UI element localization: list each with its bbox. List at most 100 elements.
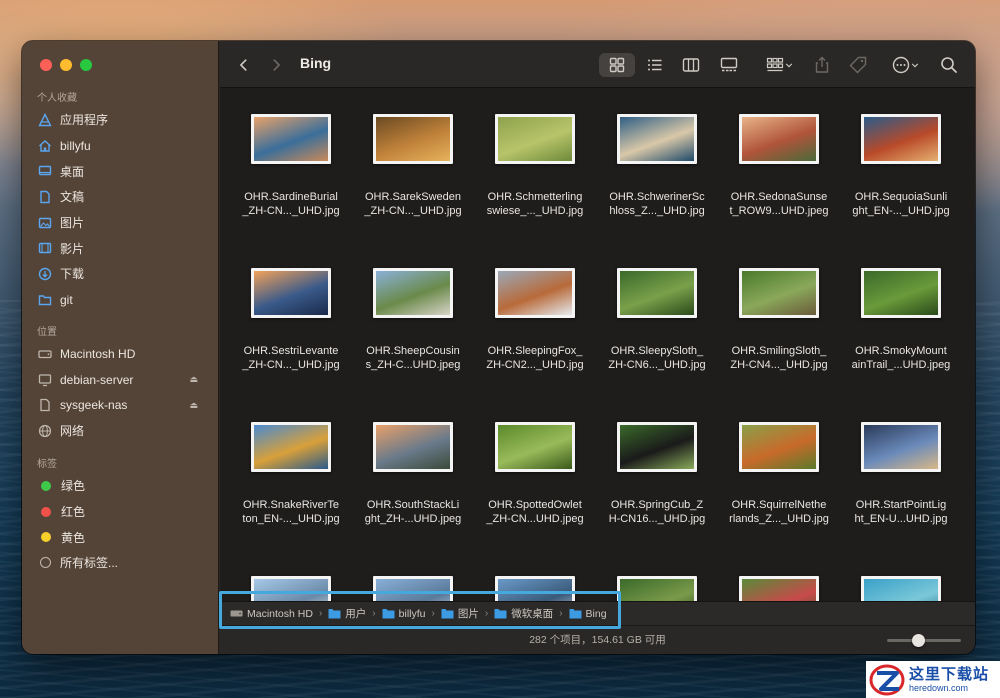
file-name-line: OHR.SpringCub_Z bbox=[610, 499, 704, 511]
file-name-line: OHR.SouthStackLi bbox=[366, 499, 460, 511]
sidebar-item-sysgeek-nas[interactable]: sysgeek-nas ⏏ bbox=[22, 392, 218, 418]
file-name: OHR.SpringCub_Z H-CN16..._UHD.jpg bbox=[596, 498, 718, 526]
file-thumbnail bbox=[617, 268, 697, 318]
sidebar-item-desktop[interactable]: 桌面 bbox=[22, 158, 218, 184]
green-tag-dot-icon bbox=[41, 480, 51, 491]
file-item[interactable]: OHR.SedonaSunse t_ROW9...UHD.jpeg bbox=[718, 114, 840, 218]
file-item[interactable]: OHR.SnakeRiverTe ton_EN-..._UHD.jpg bbox=[230, 422, 352, 526]
file-item[interactable]: OHR.SleepySloth_ ZH-CN6..._UHD.jpg bbox=[596, 268, 718, 372]
close-button[interactable] bbox=[40, 59, 52, 71]
group-by-button[interactable] bbox=[760, 53, 800, 77]
sidebar-item-applications[interactable]: 应用程序 bbox=[22, 107, 218, 133]
main-pane: Bing OHR.SardineBurial _ZH-CN..._UHD.jpg… bbox=[220, 41, 975, 654]
file-name-line: OHR.SleepingFox_ bbox=[487, 345, 583, 357]
red-tag-dot-icon bbox=[41, 506, 51, 517]
chevron-left-icon bbox=[240, 59, 247, 71]
file-thumbnail bbox=[373, 268, 453, 318]
applications-icon bbox=[38, 112, 52, 127]
file-thumbnail bbox=[251, 422, 331, 472]
list-view-button[interactable] bbox=[640, 53, 670, 77]
minimize-button[interactable] bbox=[60, 59, 72, 71]
tags-section: 标签 绿色 红色 黄色 所有标签... bbox=[22, 457, 218, 576]
locations-heading: 位置 bbox=[37, 327, 57, 338]
file-item[interactable]: OHR.SouthStackLi ght_ZH-...UHD.jpeg bbox=[352, 422, 474, 526]
list-view-icon bbox=[648, 59, 662, 71]
file-name-line: s_ZH-C...UHD.jpeg bbox=[365, 359, 461, 371]
sidebar-item-all-tags[interactable]: 所有标签... bbox=[22, 550, 218, 576]
sidebar-item-macintosh-hd[interactable]: Macintosh HD bbox=[22, 341, 218, 367]
file-thumbnail bbox=[739, 114, 819, 164]
sidebar-item-label: sysgeek-nas bbox=[60, 398, 128, 413]
file-name: OHR.SequoiaSunli ght_EN-..._UHD.jpg bbox=[840, 190, 962, 218]
sidebar-item-label: 黄色 bbox=[61, 530, 86, 545]
sidebar-item-tag-yellow[interactable]: 黄色 bbox=[22, 524, 218, 550]
file-item[interactable]: OHR.SchwerinerSc hloss_Z..._UHD.jpg bbox=[596, 114, 718, 218]
back-button[interactable] bbox=[236, 53, 252, 77]
file-name: OHR.SquirrelNethe rlands_Z..._UHD.jpg bbox=[718, 498, 840, 526]
file-thumbnail bbox=[251, 268, 331, 318]
slider-knob[interactable] bbox=[912, 634, 925, 647]
file-item[interactable]: OHR.SmilingSloth_ ZH-CN4..._UHD.jpg bbox=[718, 268, 840, 372]
file-thumbnail bbox=[373, 114, 453, 164]
file-item[interactable]: OHR.SleepingFox_ ZH-CN2..._UHD.jpg bbox=[474, 268, 596, 372]
file-thumbnail bbox=[495, 268, 575, 318]
gallery-view-button[interactable] bbox=[714, 53, 744, 77]
sidebar-item-debian-server[interactable]: debian-server ⏏ bbox=[22, 367, 218, 393]
grid-view-icon bbox=[609, 57, 625, 73]
server-icon bbox=[38, 373, 52, 387]
file-name-line: ght_EN-..._UHD.jpg bbox=[852, 205, 950, 217]
file-item[interactable]: OHR.SardineBurial _ZH-CN..._UHD.jpg bbox=[230, 114, 352, 218]
file-name-line: _ZH-CN..._UHD.jpg bbox=[364, 205, 462, 217]
file-thumbnail bbox=[495, 114, 575, 164]
sidebar-item-git[interactable]: git bbox=[22, 287, 218, 313]
icon-size-slider[interactable] bbox=[887, 634, 961, 647]
watermark-title: 这里下载站 bbox=[909, 665, 990, 683]
file-name-line: OHR.SquirrelNethe bbox=[731, 499, 827, 511]
search-icon bbox=[941, 57, 957, 73]
file-item[interactable]: OHR.SestriLevante _ZH-CN..._UHD.jpg bbox=[230, 268, 352, 372]
file-name-line: ton_EN-..._UHD.jpg bbox=[242, 513, 340, 525]
file-name: OHR.SouthStackLi ght_ZH-...UHD.jpeg bbox=[352, 498, 474, 526]
file-item[interactable]: OHR.SpottedOwlet _ZH-CN...UHD.jpeg bbox=[474, 422, 596, 526]
nas-icon bbox=[38, 398, 52, 412]
path-bar-highlight-box bbox=[219, 591, 621, 629]
file-thumbnail bbox=[861, 422, 941, 472]
sidebar-item-movies[interactable]: 影片 bbox=[22, 235, 218, 261]
eject-icon[interactable]: ⏏ bbox=[189, 400, 198, 411]
file-item[interactable]: OHR.SpringCub_Z H-CN16..._UHD.jpg bbox=[596, 422, 718, 526]
share-button[interactable] bbox=[810, 53, 834, 77]
sidebar-item-tag-red[interactable]: 红色 bbox=[22, 499, 218, 525]
sidebar-item-label: git bbox=[60, 292, 73, 307]
icon-view-button[interactable] bbox=[599, 53, 635, 77]
chevron-right-icon bbox=[273, 59, 280, 71]
search-button[interactable] bbox=[937, 53, 961, 77]
sidebar-item-tag-green[interactable]: 绿色 bbox=[22, 473, 218, 499]
locations-section: 位置 Macintosh HD debian-server ⏏ sysgeek-… bbox=[22, 325, 218, 444]
sidebar-item-network[interactable]: 网络 bbox=[22, 418, 218, 444]
file-name-line: H-CN16..._UHD.jpg bbox=[608, 513, 706, 525]
file-item[interactable]: OHR.Schmetterling swiese_..._UHD.jpg bbox=[474, 114, 596, 218]
file-item[interactable]: OHR.StartPointLig ht_EN-U...UHD.jpg bbox=[840, 422, 962, 526]
file-item[interactable]: OHR.SmokyMount ainTrail_...UHD.jpeg bbox=[840, 268, 962, 372]
forward-button[interactable] bbox=[268, 53, 284, 77]
file-item[interactable]: OHR.SheepCousin s_ZH-C...UHD.jpeg bbox=[352, 268, 474, 372]
file-item[interactable]: OHR.SarekSweden _ZH-CN..._UHD.jpg bbox=[352, 114, 474, 218]
file-item[interactable]: OHR.SquirrelNethe rlands_Z..._UHD.jpg bbox=[718, 422, 840, 526]
column-view-icon bbox=[682, 58, 700, 72]
sidebar-item-home[interactable]: billyfu bbox=[22, 133, 218, 159]
zoom-button[interactable] bbox=[80, 59, 92, 71]
file-thumbnail bbox=[373, 422, 453, 472]
sidebar-item-label: 下载 bbox=[60, 267, 85, 282]
tag-button[interactable] bbox=[846, 53, 870, 77]
column-view-button[interactable] bbox=[676, 53, 706, 77]
file-name-line: OHR.SequoiaSunli bbox=[854, 191, 948, 203]
sidebar-item-documents[interactable]: 文稿 bbox=[22, 184, 218, 210]
watermark-subtitle: heredown.com bbox=[909, 683, 969, 693]
file-name-line: OHR.SmokyMount bbox=[855, 345, 947, 357]
file-item[interactable]: OHR.SequoiaSunli ght_EN-..._UHD.jpg bbox=[840, 114, 962, 218]
eject-icon[interactable]: ⏏ bbox=[189, 374, 198, 385]
file-name-line: OHR.SchwerinerSc bbox=[609, 191, 705, 203]
sidebar-item-pictures[interactable]: 图片 bbox=[22, 210, 218, 236]
sidebar-item-downloads[interactable]: 下载 bbox=[22, 261, 218, 287]
more-actions-button[interactable] bbox=[888, 53, 924, 77]
